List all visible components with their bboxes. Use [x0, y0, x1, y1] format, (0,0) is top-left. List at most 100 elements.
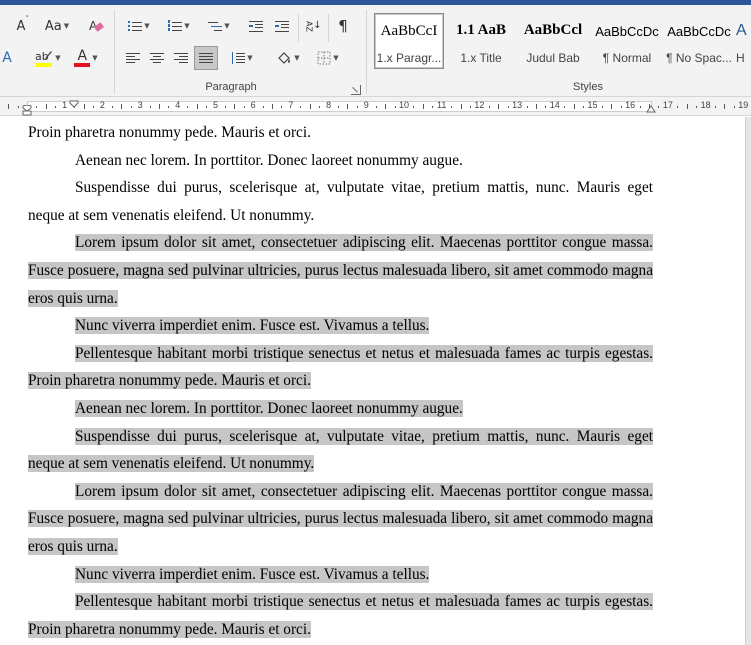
- paragraph-text: Proin pharetra nonummy pede. Mauris et o…: [28, 124, 311, 141]
- right-indent-marker-icon[interactable]: [646, 105, 658, 113]
- paragraph-text: Nunc viverra imperdiet enim. Fusce est. …: [75, 565, 430, 583]
- paragraph-text: Nunc viverra imperdiet enim. Fusce est. …: [75, 317, 430, 335]
- align-left-button[interactable]: [122, 47, 144, 69]
- shrink-font-button[interactable]: A ˅: [10, 15, 32, 37]
- document-page[interactable]: Proin pharetra nonummy pede. Mauris et o…: [0, 117, 751, 645]
- ruler-tick: [130, 106, 132, 108]
- text-highlight-button[interactable]: ab ▼: [30, 47, 66, 69]
- style-item-paragraph[interactable]: AaBbCcI 1.x Paragr...: [374, 13, 444, 69]
- selected-paragraph[interactable]: Suspendisse dui purus, scelerisque at, v…: [28, 423, 653, 478]
- ruler-number: 14: [549, 100, 560, 110]
- group-separator: [114, 10, 115, 94]
- ruler-tick: [111, 106, 113, 108]
- sort-button[interactable]: AZ ↓: [302, 15, 324, 37]
- ruler-tick: [347, 104, 349, 109]
- decrease-indent-button[interactable]: [244, 15, 268, 37]
- show-hide-marks-button[interactable]: ¶: [332, 15, 354, 37]
- selected-paragraph[interactable]: Pellentesque habitant morbi tristique se…: [28, 340, 653, 395]
- sort-label: AZ: [304, 20, 314, 32]
- ruler-number: 17: [662, 100, 673, 110]
- numbering-button[interactable]: ▼: [160, 15, 198, 37]
- selected-paragraph[interactable]: Aenean nec lorem. In porttitor. Donec la…: [28, 395, 653, 423]
- ruler-tick: [55, 106, 57, 108]
- ruler-number: 6: [250, 100, 256, 110]
- ruler-number: 12: [474, 100, 485, 110]
- ruler-tick: [573, 104, 575, 109]
- ruler-tick: [413, 106, 415, 108]
- ruler-tick: [451, 106, 453, 108]
- ruler-tick: [206, 106, 208, 108]
- ruler-tick: [677, 106, 679, 108]
- style-preview: A: [736, 22, 747, 39]
- selected-paragraph[interactable]: Pellentesque habitant morbi tristique se…: [28, 588, 653, 643]
- ruler-number: 4: [175, 100, 181, 110]
- style-item-normal[interactable]: AaBbCcDc ¶ Normal: [592, 13, 662, 69]
- chevron-down-icon: ▼: [63, 22, 70, 30]
- font-color-bar: [74, 63, 91, 67]
- ruler-tick: [545, 106, 547, 108]
- font-color-button[interactable]: A ▼: [70, 47, 102, 69]
- ruler-tick: [724, 104, 726, 109]
- align-right-button[interactable]: [170, 47, 192, 69]
- paragraph[interactable]: Proin pharetra nonummy pede. Mauris et o…: [28, 119, 653, 147]
- style-item-title[interactable]: 1.1 AaB 1.x Title: [446, 13, 516, 69]
- ruler-tick: [8, 104, 10, 109]
- styles-gallery: AaBbCcI 1.x Paragr... 1.1 AaB 1.x Title …: [372, 11, 751, 71]
- style-item-heading[interactable]: A H: [736, 13, 751, 69]
- ruler-tick: [469, 106, 471, 108]
- ruler-tick: [300, 106, 302, 108]
- hanging-indent-marker-icon[interactable]: [22, 105, 34, 116]
- multilevel-list-button[interactable]: ▼: [200, 15, 238, 37]
- paragraph-text: Suspendisse dui purus, scelerisque at, v…: [28, 179, 653, 224]
- shrink-arrow-glyph: ˅: [25, 14, 30, 23]
- align-center-button[interactable]: [146, 47, 168, 69]
- sort-icon: AZ ↓: [304, 19, 322, 32]
- ruler-number: 3: [137, 100, 143, 110]
- bullets-icon: [128, 20, 143, 32]
- style-name: ¶ Normal: [602, 51, 652, 65]
- increase-indent-button[interactable]: [270, 15, 294, 37]
- selected-paragraph[interactable]: Nunc viverra imperdiet enim. Fusce est. …: [28, 561, 653, 589]
- font-color-label: A: [77, 48, 88, 64]
- multilevel-list-icon: [208, 20, 223, 32]
- paragraph-text: Pellentesque habitant morbi tristique se…: [28, 344, 653, 390]
- selected-paragraph[interactable]: Lorem ipsum dolor sit amet, consectetuer…: [28, 478, 653, 561]
- ruler-number: 16: [625, 100, 636, 110]
- highlight-color-bar: [36, 63, 53, 67]
- change-case-label: Aa: [44, 18, 62, 34]
- line-spacing-button[interactable]: ▼: [224, 47, 260, 69]
- style-item-no-spacing[interactable]: AaBbCcDc ¶ No Spac...: [664, 13, 734, 69]
- ribbon: A ˅ Aa ▼ A A ab ▼ A ▼ ▼ ▼ ▼ AZ ↓ ¶ ▼ ▼ ▼…: [0, 0, 751, 97]
- bullets-button[interactable]: ▼: [120, 15, 158, 37]
- change-case-button[interactable]: Aa ▼: [40, 15, 74, 37]
- ruler-tick: [356, 106, 358, 108]
- ruler-number: 9: [363, 100, 369, 110]
- paragraph-dialog-launcher-icon[interactable]: [351, 85, 361, 95]
- align-center-icon: [150, 52, 164, 64]
- ruler-tick: [658, 106, 660, 108]
- selected-paragraph[interactable]: Nunc viverra imperdiet enim. Fusce est. …: [28, 312, 653, 340]
- ruler-tick: [385, 104, 387, 109]
- ruler-number: 13: [512, 100, 523, 110]
- justify-icon: [199, 52, 213, 64]
- paragraph[interactable]: Aenean nec lorem. In porttitor. Donec la…: [28, 147, 653, 175]
- ruler-tick: [272, 104, 274, 109]
- paragraph[interactable]: Suspendisse dui purus, scelerisque at, v…: [28, 174, 653, 229]
- ruler-tick: [309, 104, 311, 109]
- ruler-tick: [686, 104, 688, 109]
- text-effects-button[interactable]: A: [0, 47, 14, 69]
- borders-icon: [317, 51, 331, 65]
- justify-button[interactable]: [194, 46, 218, 70]
- ruler-tick: [583, 106, 585, 108]
- group-separator: [366, 10, 367, 94]
- first-line-indent-marker-icon[interactable]: [69, 100, 81, 108]
- borders-button[interactable]: ▼: [310, 47, 346, 69]
- document-body[interactable]: Proin pharetra nonummy pede. Mauris et o…: [28, 119, 653, 643]
- ruler-tick: [234, 104, 236, 109]
- horizontal-ruler[interactable]: 112345678910111213141516171819: [0, 97, 751, 116]
- style-item-judul-bab[interactable]: AaBbCcl Judul Bab: [518, 13, 588, 69]
- clear-formatting-button[interactable]: A: [84, 15, 108, 37]
- ruler-number: 2: [99, 100, 105, 110]
- shading-button[interactable]: ▼: [270, 47, 306, 69]
- selected-paragraph[interactable]: Lorem ipsum dolor sit amet, consectetuer…: [28, 229, 653, 312]
